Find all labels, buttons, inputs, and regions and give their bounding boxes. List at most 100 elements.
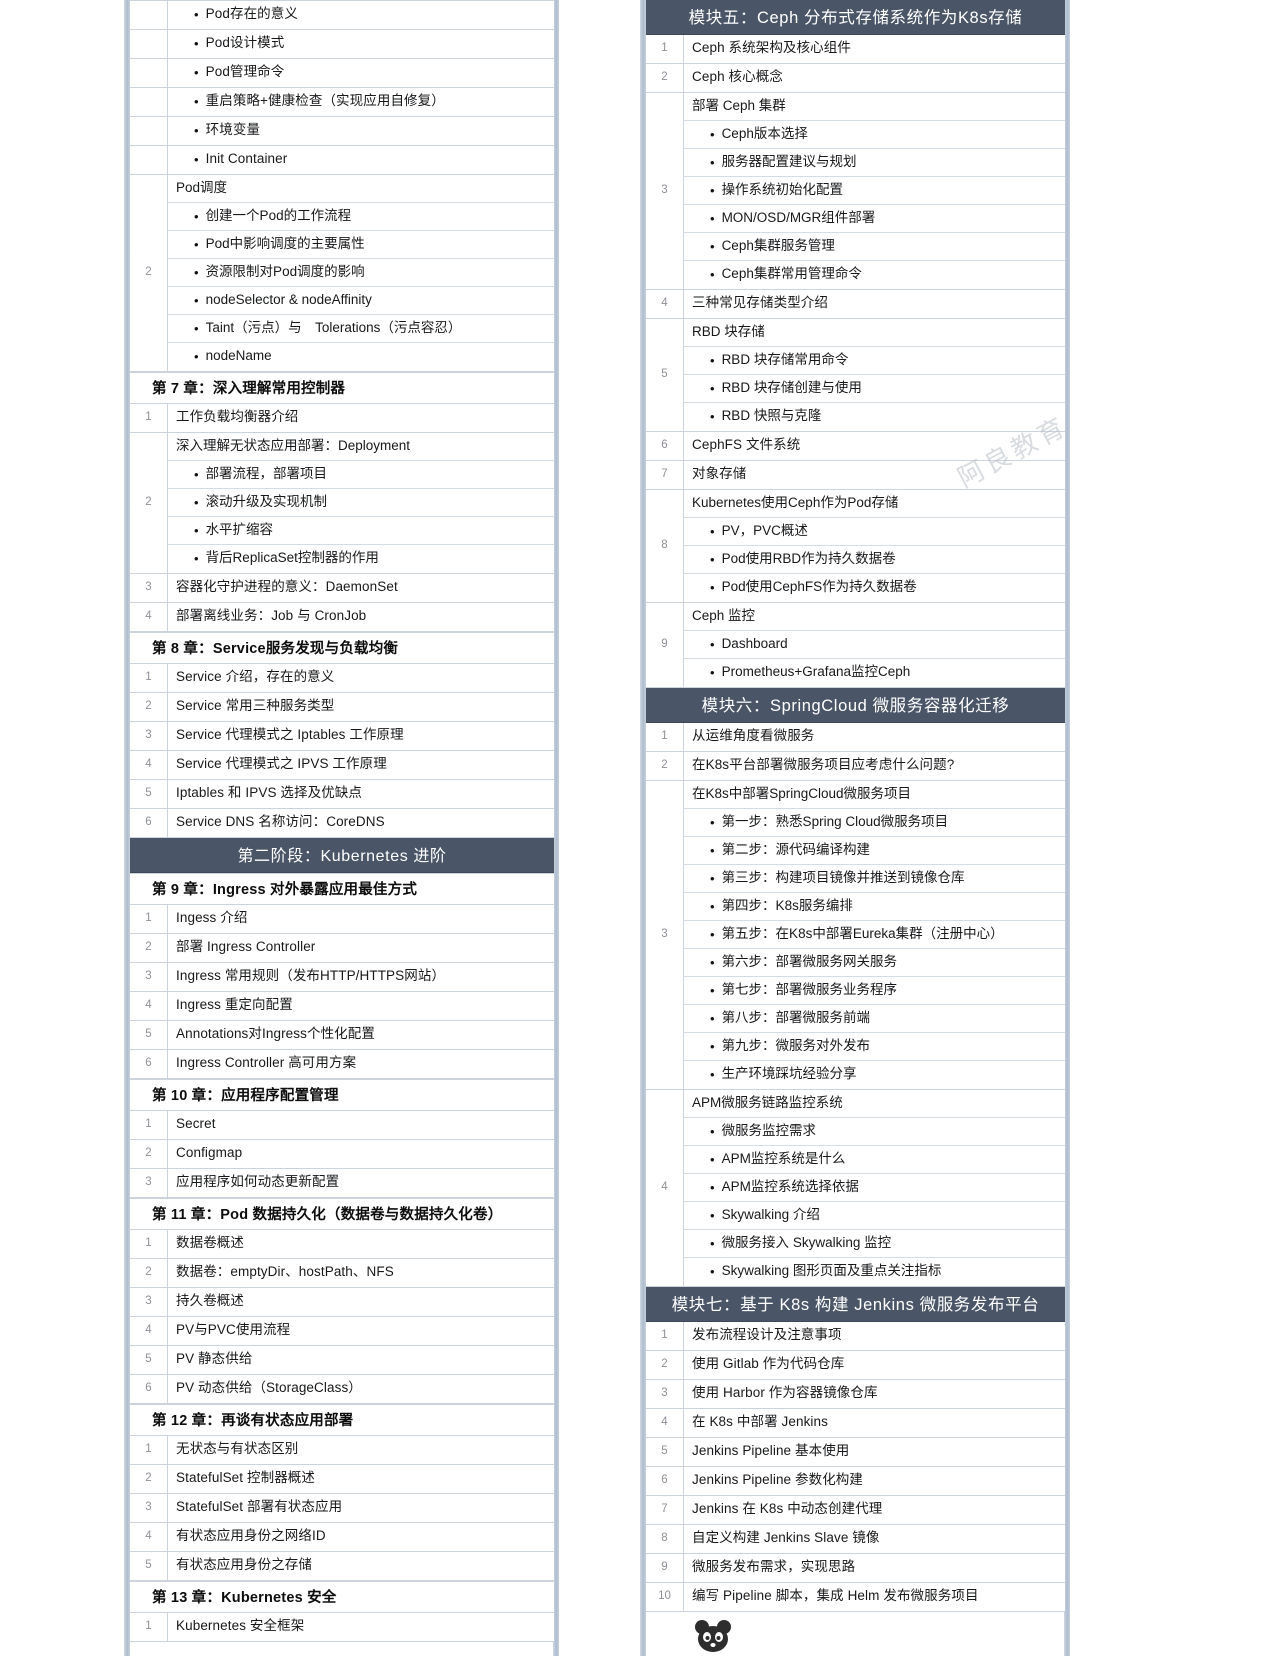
topic-label: 对象存储 <box>692 466 747 482</box>
row-number: 9 <box>646 603 684 687</box>
topic-label: Service 代理模式之 IPVS 工作原理 <box>176 756 387 772</box>
topic-row: 3 StatefulSet 部署有状态应用 <box>130 1494 554 1523</box>
topic-bullet-item: 第三步：构建项目镜像并推送到镜像仓库 <box>684 865 1065 893</box>
row-number: 5 <box>130 1021 168 1049</box>
topic-label: 使用 Gitlab 作为代码仓库 <box>692 1356 845 1372</box>
row-number: 1 <box>130 1436 168 1464</box>
topic-label: Jenkins Pipeline 基本使用 <box>692 1443 850 1459</box>
topic-bullet-item: Init Container <box>168 146 554 174</box>
topic-row: 1 Kubernetes 安全框架 <box>130 1613 554 1642</box>
topic-row: 2 数据卷：emptyDir、hostPath、NFS <box>130 1259 554 1288</box>
topic-label: PV 动态供给（StorageClass） <box>176 1380 362 1396</box>
topic-row: 4 有状态应用身份之网络ID <box>130 1523 554 1552</box>
topic-row: 3 持久卷概述 <box>130 1288 554 1317</box>
topic-row: Pod管理命令 <box>130 59 554 88</box>
topic-row: 环境变量 <box>130 117 554 146</box>
topic-label: 三种常见存储类型介绍 <box>692 295 828 311</box>
topic-bullet-item: RBD 块存储创建与使用 <box>684 375 1065 403</box>
topic-row: 4 三种常见存储类型介绍 <box>646 290 1065 319</box>
watermark-logo-icon <box>695 1620 731 1652</box>
topic-label: Service 代理模式之 Iptables 工作原理 <box>176 727 404 743</box>
topic-bullet-item: Skywalking 介绍 <box>684 1202 1065 1230</box>
topic-bullet-item: 服务器配置建议与规划 <box>684 149 1065 177</box>
topic-label: PV与PVC使用流程 <box>176 1322 291 1338</box>
section-banner: 模块六：SpringCloud 微服务容器化迁移 <box>646 688 1065 723</box>
topic-bullet-item: 第一步：熟悉Spring Cloud微服务项目 <box>684 809 1065 837</box>
topic-bullet-item: 水平扩缩容 <box>168 517 554 545</box>
topic-label: 在 K8s 中部署 Jenkins <box>692 1414 828 1430</box>
topic-row: Pod存在的意义 <box>130 0 554 30</box>
topic-bullet-item: Prometheus+Grafana监控Ceph <box>684 659 1065 687</box>
topic-row: Pod设计模式 <box>130 30 554 59</box>
topic-label: 部署离线业务：Job 与 CronJob <box>176 608 367 624</box>
row-number: 5 <box>130 1552 168 1580</box>
topic-bullet-item: 重启策略+健康检查（实现应用自修复） <box>168 88 554 116</box>
topic-group-title: APM微服务链路监控系统 <box>684 1090 1065 1118</box>
grouped-topic-block: 3在K8s中部署SpringCloud微服务项目第一步：熟悉Spring Clo… <box>646 781 1065 1090</box>
topic-row: 1 发布流程设计及注意事项 <box>646 1322 1065 1351</box>
topic-bullet-item: Pod中影响调度的主要属性 <box>168 231 554 259</box>
row-number: 3 <box>130 1169 168 1197</box>
row-number: 2 <box>646 1351 684 1379</box>
topic-row: 6 PV 动态供给（StorageClass） <box>130 1375 554 1404</box>
topic-row: 3 Service 代理模式之 Iptables 工作原理 <box>130 722 554 751</box>
row-number: 3 <box>130 1288 168 1316</box>
topic-label: Kubernetes 安全框架 <box>176 1618 305 1634</box>
topic-bullet-item: APM监控系统选择依据 <box>684 1174 1065 1202</box>
topic-row: 1 从运维角度看微服务 <box>646 723 1065 752</box>
row-number: 3 <box>646 781 684 1089</box>
topic-label: 容器化守护进程的意义：DaemonSet <box>176 579 398 595</box>
topic-label: 微服务发布需求，实现思路 <box>692 1559 856 1575</box>
chapter-heading-label: 第 8 章：Service服务发现与负载均衡 <box>152 641 399 657</box>
grouped-topic-block: 4APM微服务链路监控系统微服务监控需求APM监控系统是什么APM监控系统选择依… <box>646 1090 1065 1287</box>
topic-row: 4 部署离线业务：Job 与 CronJob <box>130 603 554 632</box>
row-number: 1 <box>130 1230 168 1258</box>
row-number: 10 <box>646 1583 684 1611</box>
topic-label: Ingess 介绍 <box>176 910 248 926</box>
topic-label: 有状态应用身份之存储 <box>176 1557 312 1573</box>
topic-label: Service DNS 名称访问：CoreDNS <box>176 814 385 830</box>
topic-bullet-item: APM监控系统是什么 <box>684 1146 1065 1174</box>
grouped-topic-list: RBD 块存储RBD 块存储常用命令RBD 块存储创建与使用RBD 快照与克隆 <box>684 319 1065 431</box>
row-number: 6 <box>130 1375 168 1403</box>
grouped-topic-block: 2深入理解无状态应用部署：Deployment部署流程，部署项目滚动升级及实现机… <box>130 433 554 574</box>
topic-group-title: Ceph 监控 <box>684 603 1065 631</box>
topic-bullet-item: Ceph集群常用管理命令 <box>684 261 1065 289</box>
row-number: 1 <box>646 1322 684 1350</box>
row-number: 2 <box>130 175 168 371</box>
row-number: 1 <box>130 664 168 692</box>
grouped-topic-block: 2Pod调度创建一个Pod的工作流程Pod中影响调度的主要属性资源限制对Pod调… <box>130 175 554 372</box>
topic-row: 5 Annotations对Ingress个性化配置 <box>130 1021 554 1050</box>
chapter-heading-label: 第 10 章：应用程序配置管理 <box>152 1088 339 1104</box>
section-banner: 模块七：基于 K8s 构建 Jenkins 微服务发布平台 <box>646 1287 1065 1322</box>
topic-row: 1 Ingess 介绍 <box>130 905 554 934</box>
topic-label: 无状态与有状态区别 <box>176 1441 299 1457</box>
topic-label: 工作负载均衡器介绍 <box>176 409 299 425</box>
topic-label: 持久卷概述 <box>176 1293 244 1309</box>
row-number: 1 <box>646 723 684 751</box>
row-number: 6 <box>130 1050 168 1078</box>
topic-row: 3 Ingress 常用规则（发布HTTP/HTTPS网站） <box>130 963 554 992</box>
topic-label: Ingress Controller 高可用方案 <box>176 1055 357 1071</box>
row-number: 4 <box>130 603 168 631</box>
chapter-heading-row: 第 10 章：应用程序配置管理 <box>130 1079 554 1111</box>
topic-row: 2 StatefulSet 控制器概述 <box>130 1465 554 1494</box>
chapter-heading-label: 第 13 章：Kubernetes 安全 <box>152 1590 337 1606</box>
topic-bullet-item: Pod使用RBD作为持久数据卷 <box>684 546 1065 574</box>
topic-bullet-item: nodeName <box>168 343 554 371</box>
topic-row: 2 Configmap <box>130 1140 554 1169</box>
topic-row: 2 Service 常用三种服务类型 <box>130 693 554 722</box>
chapter-heading-label: 第 9 章：Ingress 对外暴露应用最佳方式 <box>152 882 418 898</box>
topic-row: 5 Iptables 和 IPVS 选择及优缺点 <box>130 780 554 809</box>
row-number: 4 <box>130 992 168 1020</box>
grouped-topic-list: 在K8s中部署SpringCloud微服务项目第一步：熟悉Spring Clou… <box>684 781 1065 1089</box>
topic-label: 应用程序如何动态更新配置 <box>176 1174 340 1190</box>
topic-row: 7 对象存储 <box>646 461 1065 490</box>
topic-row: 1 Service 介绍，存在的意义 <box>130 664 554 693</box>
topic-label: 使用 Harbor 作为容器镜像仓库 <box>692 1385 878 1401</box>
topic-bullet-item: 第二步：源代码编译构建 <box>684 837 1065 865</box>
syllabus-left-column: Pod存在的意义Pod设计模式Pod管理命令重启策略+健康检查（实现应用自修复）… <box>130 0 554 1642</box>
row-number: 5 <box>130 780 168 808</box>
topic-group-title: 深入理解无状态应用部署：Deployment <box>168 433 554 461</box>
topic-bullet-item: 滚动升级及实现机制 <box>168 489 554 517</box>
